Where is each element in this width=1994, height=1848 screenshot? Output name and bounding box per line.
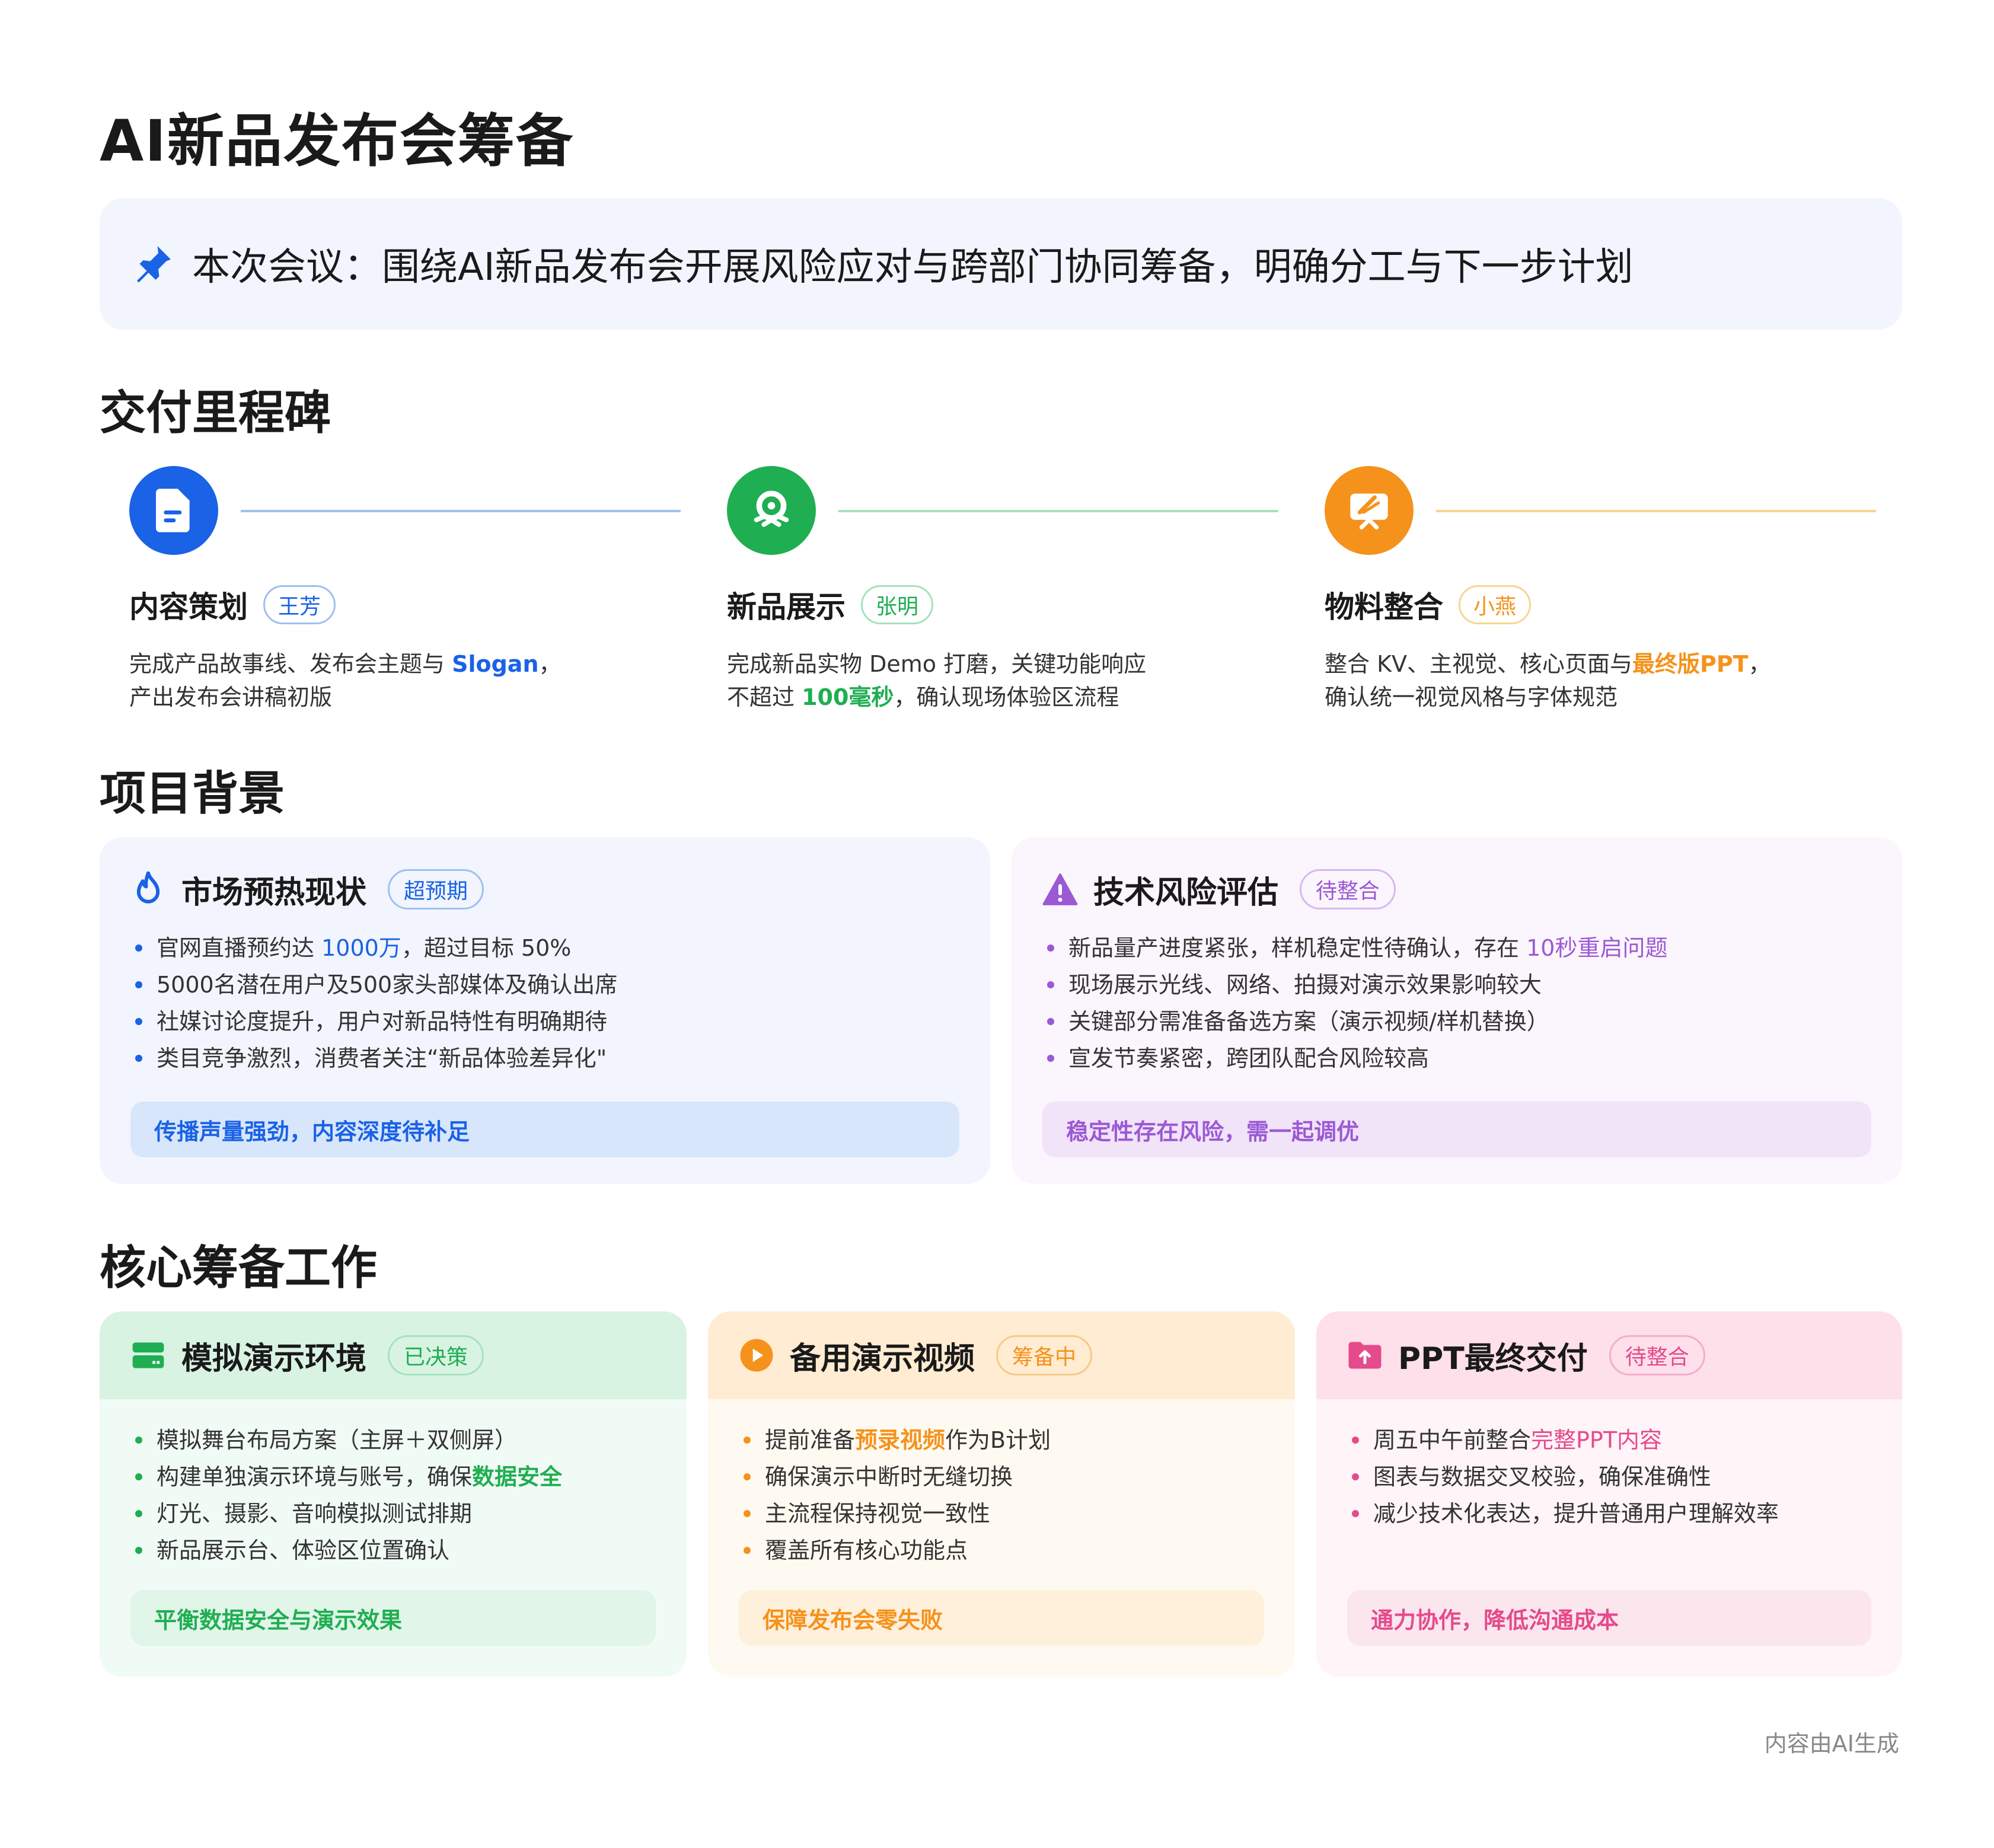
status-badge: 筹备中 <box>996 1335 1093 1375</box>
meeting-summary: 本次会议：围绕AI新品发布会开展风险应对与跨部门协同筹备，明确分工与下一步计划 <box>100 198 1902 330</box>
milestone-name: 内容策划 <box>129 590 248 624</box>
milestone-materials-integration: 物料整合 小燕 整合 KV、主视觉、核心页面与最终版PPT， 确认统一视觉风格与… <box>1325 466 1894 710</box>
list-item: 官网直播预约达 1000万，超过目标 50% <box>130 930 959 966</box>
section-title-background: 项目背景 <box>100 767 285 821</box>
list-item: 图表与数据交叉校验，确保准确性 <box>1347 1458 1871 1495</box>
card-market-warmup: 市场预热现状 超预期 官网直播预约达 1000万，超过目标 50% 5000名潜… <box>100 837 990 1184</box>
bullet-list: 官网直播预约达 1000万，超过目标 50% 5000名潜在用户及500家头部媒… <box>130 930 959 1077</box>
card-conclusion: 传播声量强劲，内容深度待补足 <box>130 1102 959 1157</box>
milestone-icon-circle <box>129 466 218 555</box>
list-item: 减少技术化表达，提升普通用户理解效率 <box>1347 1495 1871 1532</box>
card-conclusion: 保障发布会零失败 <box>739 1590 1264 1646</box>
list-item: 新品展示台、体验区位置确认 <box>130 1532 656 1569</box>
milestone-description: 完成新品实物 Demo 打磨，关键功能响应 不超过 100毫秒，确认现场体验区流… <box>727 651 1147 710</box>
list-item: 关键部分需准备备选方案（演示视频/样机替换） <box>1042 1003 1871 1040</box>
bullet-list: 提前准备预录视频作为B计划 确保演示中断时无缝切换 主流程保持视觉一致性 覆盖所… <box>739 1422 1264 1569</box>
card-ppt-delivery: PPT最终交付 待整合 周五中午前整合完整PPT内容 图表与数据交叉校验，确保准… <box>1316 1311 1902 1677</box>
card-tech-risk: 技术风险评估 待整合 新品量产进度紧张，样机稳定性待确认，存在 10秒重启问题 … <box>1012 837 1902 1184</box>
milestone-connector <box>838 510 1278 512</box>
card-demo-environment: 模拟演示环境 已决策 模拟舞台布局方案（主屏＋双侧屏） 构建单独演示环境与账号，… <box>100 1311 687 1677</box>
list-item: 类目竞争激烈，消费者关注“新品体验差异化" <box>130 1040 959 1077</box>
list-item: 灯光、摄影、音响模拟测试排期 <box>130 1495 656 1532</box>
status-badge: 待整合 <box>1609 1335 1705 1375</box>
list-item: 新品量产进度紧张，样机稳定性待确认，存在 10秒重启问题 <box>1042 930 1871 966</box>
milestone-icon-circle <box>727 466 816 555</box>
card-conclusion: 平衡数据安全与演示效果 <box>130 1590 656 1646</box>
owner-badge: 张明 <box>861 585 934 624</box>
list-item: 宣发节奏紧密，跨团队配合风险较高 <box>1042 1040 1871 1077</box>
milestone-connector <box>1436 510 1876 512</box>
section-title-core: 核心筹备工作 <box>100 1241 378 1295</box>
bullet-list: 模拟舞台布局方案（主屏＋双侧屏） 构建单独演示环境与账号，确保数据安全 灯光、摄… <box>130 1422 656 1569</box>
card-title: 市场预热现状 <box>181 874 367 911</box>
list-item: 构建单独演示环境与账号，确保数据安全 <box>130 1458 656 1495</box>
card-title: PPT最终交付 <box>1398 1340 1588 1377</box>
milestone-connector <box>241 510 681 512</box>
fire-icon <box>130 872 166 907</box>
milestone-description: 整合 KV、主视觉、核心页面与最终版PPT， 确认统一视觉风格与字体规范 <box>1325 651 1771 710</box>
document-icon <box>156 489 190 532</box>
milestone-name: 新品展示 <box>727 590 846 624</box>
status-badge: 待整合 <box>1300 869 1396 909</box>
award-icon <box>754 490 789 527</box>
bullet-list: 周五中午前整合完整PPT内容 图表与数据交叉校验，确保准确性 减少技术化表达，提… <box>1347 1422 1871 1532</box>
list-item: 覆盖所有核心功能点 <box>739 1532 1264 1569</box>
ai-generated-notice: 内容由AI生成 <box>1764 1731 1899 1757</box>
pushpin-icon <box>137 246 171 283</box>
status-badge: 已决策 <box>388 1335 484 1375</box>
milestone-name: 物料整合 <box>1325 590 1443 624</box>
server-icon <box>130 1338 166 1373</box>
milestone-content-planning: 内容策划 王芳 完成产品故事线、发布会主题与 Slogan， 产出发布会讲稿初版 <box>129 466 698 710</box>
page-title: AI新品发布会筹备 <box>100 108 575 174</box>
card-title: 模拟演示环境 <box>181 1340 367 1377</box>
play-icon <box>739 1338 774 1373</box>
card-backup-video: 备用演示视频 筹备中 提前准备预录视频作为B计划 确保演示中断时无缝切换 主流程… <box>708 1311 1295 1677</box>
milestone-icon-circle <box>1325 466 1414 555</box>
owner-badge: 王芳 <box>263 585 336 624</box>
list-item: 主流程保持视觉一致性 <box>739 1495 1264 1532</box>
warning-icon <box>1042 872 1078 907</box>
status-badge: 超预期 <box>388 869 484 909</box>
card-title: 技术风险评估 <box>1093 874 1279 911</box>
section-title-milestones: 交付里程碑 <box>100 387 331 440</box>
card-conclusion: 通力协作，降低沟通成本 <box>1347 1590 1871 1646</box>
list-item: 确保演示中断时无缝切换 <box>739 1458 1264 1495</box>
folder-upload-icon <box>1347 1338 1383 1373</box>
bullet-list: 新品量产进度紧张，样机稳定性待确认，存在 10秒重启问题 现场展示光线、网络、拍… <box>1042 930 1871 1077</box>
list-item: 周五中午前整合完整PPT内容 <box>1347 1422 1871 1458</box>
milestone-product-showcase: 新品展示 张明 完成新品实物 Demo 打磨，关键功能响应 不超过 100毫秒，… <box>727 466 1296 710</box>
milestone-description: 完成产品故事线、发布会主题与 Slogan， 产出发布会讲稿初版 <box>129 651 561 710</box>
card-conclusion: 稳定性存在风险，需一起调优 <box>1042 1102 1871 1157</box>
card-title: 备用演示视频 <box>790 1340 975 1377</box>
owner-badge: 小燕 <box>1459 585 1532 624</box>
list-item: 5000名潜在用户及500家头部媒体及确认出席 <box>130 966 959 1003</box>
list-item: 社媒讨论度提升，用户对新品特性有明确期待 <box>130 1003 959 1040</box>
summary-text: 本次会议：围绕AI新品发布会开展风险应对与跨部门协同筹备，明确分工与下一步计划 <box>192 245 1634 289</box>
list-item: 模拟舞台布局方案（主屏＋双侧屏） <box>130 1422 656 1458</box>
list-item: 提前准备预录视频作为B计划 <box>739 1422 1264 1458</box>
list-item: 现场展示光线、网络、拍摄对演示效果影响较大 <box>1042 966 1871 1003</box>
design-icon <box>1350 493 1388 529</box>
